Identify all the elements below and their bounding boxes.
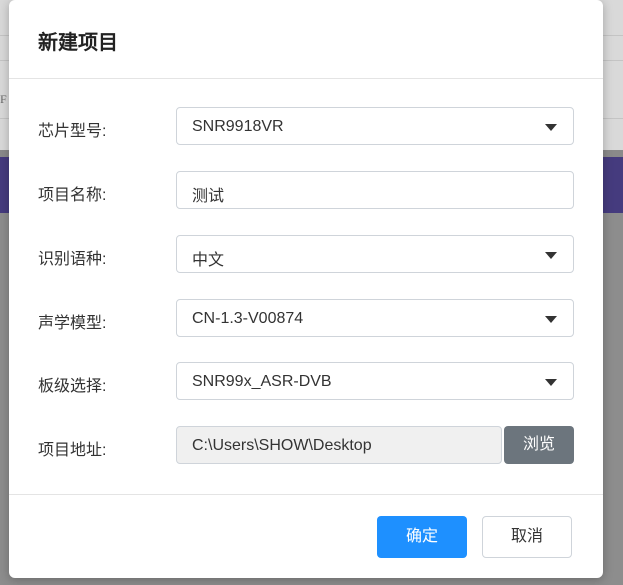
chip-model-value: SNR9918VR xyxy=(192,118,284,135)
project-name-row: 项目名称: 测试 xyxy=(9,171,603,211)
cancel-button[interactable]: 取消 xyxy=(482,516,572,558)
chip-model-row: 芯片型号: SNR9918VR xyxy=(9,107,603,147)
language-select[interactable]: 中文 xyxy=(176,235,574,273)
language-label: 识别语种: xyxy=(38,251,107,268)
board-select[interactable]: SNR99x_ASR-DVB xyxy=(176,362,574,400)
project-path-input: C:\Users\SHOW\Desktop xyxy=(176,426,502,464)
caret-down-icon xyxy=(545,379,557,386)
confirm-button[interactable]: 确定 xyxy=(377,516,467,558)
chip-model-select[interactable]: SNR9918VR xyxy=(176,107,574,145)
board-value: SNR99x_ASR-DVB xyxy=(192,373,332,390)
board-row: 板级选择: SNR99x_ASR-DVB xyxy=(9,362,603,402)
background-text-fragment: F xyxy=(0,92,7,106)
project-name-value: 测试 xyxy=(192,188,225,205)
acoustic-model-select[interactable]: CN-1.3-V00874 xyxy=(176,299,574,337)
new-project-dialog: 新建项目 芯片型号: SNR9918VR 项目名称: 测试 识别语种: 中文 声… xyxy=(9,0,603,578)
project-name-label: 项目名称: xyxy=(38,187,107,204)
project-name-input[interactable]: 测试 xyxy=(176,171,574,209)
board-label: 板级选择: xyxy=(38,378,107,395)
caret-down-icon xyxy=(545,124,557,131)
dialog-header: 新建项目 xyxy=(9,0,603,79)
language-row: 识别语种: 中文 xyxy=(9,235,603,275)
language-value: 中文 xyxy=(192,252,225,269)
caret-down-icon xyxy=(545,252,557,259)
chip-model-label: 芯片型号: xyxy=(38,123,107,140)
project-path-row: 项目地址: C:\Users\SHOW\Desktop 浏览 xyxy=(9,426,603,466)
dialog-title: 新建项目 xyxy=(38,32,118,54)
caret-down-icon xyxy=(545,316,557,323)
project-path-value: C:\Users\SHOW\Desktop xyxy=(192,437,372,454)
dialog-footer: 确定 取消 xyxy=(9,494,603,579)
project-path-label: 项目地址: xyxy=(38,442,107,459)
browse-button[interactable]: 浏览 xyxy=(504,426,574,464)
acoustic-model-row: 声学模型: CN-1.3-V00874 xyxy=(9,299,603,339)
acoustic-model-label: 声学模型: xyxy=(38,315,107,332)
acoustic-model-value: CN-1.3-V00874 xyxy=(192,310,304,327)
